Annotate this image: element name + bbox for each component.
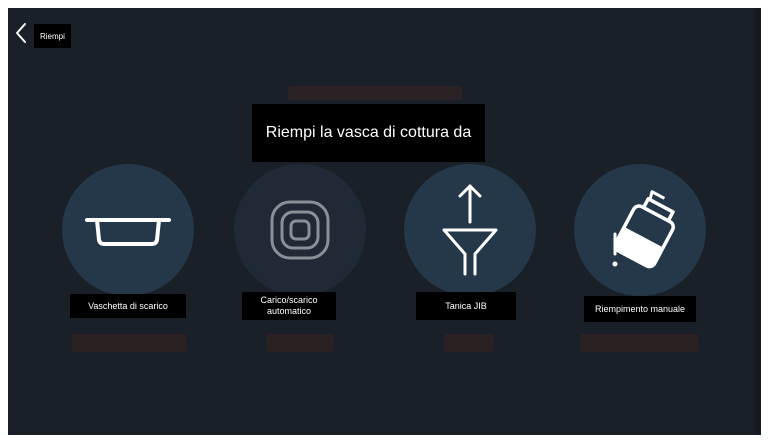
- auto-load-icon: [270, 200, 330, 260]
- option-label-line: automatico: [266, 306, 312, 316]
- option-circle: [574, 164, 706, 296]
- option-placeholder-bar: [72, 334, 186, 352]
- option-circle: [234, 164, 366, 296]
- header-placeholder-bar: [288, 86, 462, 100]
- funnel-arrow-icon: [442, 184, 498, 276]
- option-label: Tanica JIB: [416, 292, 516, 320]
- instruction-heading: Riempi la vasca di cottura da: [252, 104, 485, 162]
- option-circle: [404, 164, 536, 296]
- option-placeholder-bar: [580, 334, 698, 352]
- option-placeholder-bar: [266, 334, 334, 352]
- screen: Riempi Riempi la vasca di cottura da Vas…: [8, 8, 761, 435]
- screen-edge: [755, 8, 761, 435]
- tray-icon: [85, 218, 171, 246]
- option-label: Carico/scarico automatico: [242, 292, 336, 320]
- option-label: Riempimento manuale: [584, 296, 696, 322]
- option-label: Vaschetta di scarico: [70, 294, 186, 318]
- back-button[interactable]: [12, 20, 30, 46]
- option-label-line: Carico/scarico: [260, 295, 318, 305]
- option-circle: [62, 164, 194, 296]
- page-title: Riempi: [34, 24, 71, 48]
- chevron-left-icon: [16, 23, 26, 43]
- pitcher-pour-icon: [612, 190, 675, 269]
- option-placeholder-bar: [444, 334, 494, 352]
